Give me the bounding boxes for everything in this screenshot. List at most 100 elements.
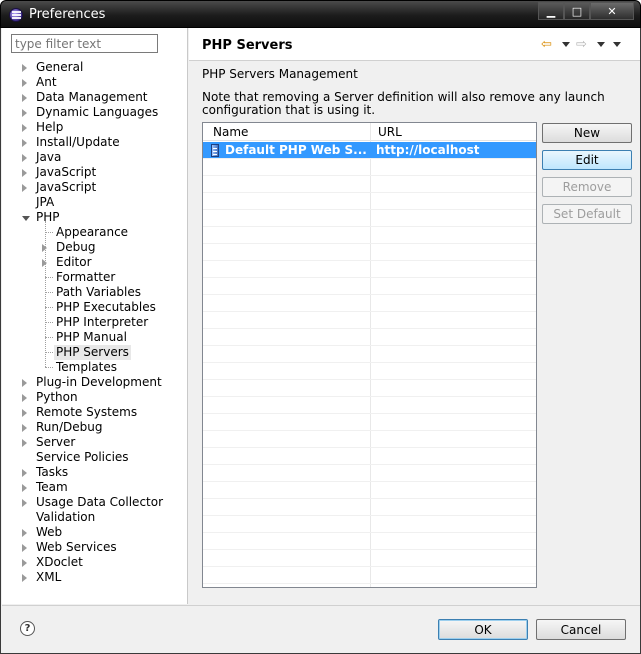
cancel-button[interactable]: Cancel: [536, 619, 626, 640]
set-default-button[interactable]: Set Default: [542, 204, 632, 224]
forward-arrow-icon[interactable]: ⇨: [576, 38, 587, 52]
tree-item[interactable]: Dynamic Languages: [2, 105, 188, 120]
tree-item[interactable]: Plug-in Development: [2, 375, 188, 390]
tree-item[interactable]: PHP Servers: [2, 345, 188, 360]
forward-history-dropdown[interactable]: [597, 38, 605, 47]
table-row[interactable]: [203, 346, 536, 363]
view-menu-button[interactable]: [613, 38, 621, 47]
table-row[interactable]: [203, 329, 536, 346]
collapsed-triangle-icon[interactable]: [22, 439, 27, 447]
table-row[interactable]: Default PHP Web S... http://localhost: [203, 142, 536, 159]
collapsed-triangle-icon[interactable]: [22, 124, 27, 132]
table-row[interactable]: [203, 516, 536, 533]
expanded-triangle-icon[interactable]: [22, 216, 30, 221]
tree-item[interactable]: Help: [2, 120, 188, 135]
collapsed-triangle-icon[interactable]: [22, 394, 27, 402]
filter-input[interactable]: [11, 34, 158, 53]
table-row[interactable]: [203, 533, 536, 550]
table-row[interactable]: [203, 448, 536, 465]
collapsed-triangle-icon[interactable]: [22, 139, 27, 147]
tree-item[interactable]: Ant: [2, 75, 188, 90]
tree-item[interactable]: Web Services: [2, 540, 188, 555]
table-row[interactable]: [203, 431, 536, 448]
table-row[interactable]: [203, 227, 536, 244]
remove-button[interactable]: Remove: [542, 177, 632, 197]
tree-item[interactable]: Run/Debug: [2, 420, 188, 435]
new-button[interactable]: New: [542, 123, 632, 143]
tree-item[interactable]: Templates: [2, 360, 188, 375]
tree-item[interactable]: Usage Data Collector: [2, 495, 188, 510]
edit-button[interactable]: Edit: [542, 150, 632, 170]
table-row[interactable]: [203, 312, 536, 329]
tree-item[interactable]: Path Variables: [2, 285, 188, 300]
tree-item[interactable]: Web: [2, 525, 188, 540]
collapsed-triangle-icon[interactable]: [22, 184, 27, 192]
collapsed-triangle-icon[interactable]: [22, 529, 27, 537]
table-row[interactable]: [203, 567, 536, 584]
collapsed-triangle-icon[interactable]: [22, 424, 27, 432]
back-arrow-icon[interactable]: ⇦: [541, 38, 552, 52]
tree-item[interactable]: Service Policies: [2, 450, 188, 465]
collapsed-triangle-icon[interactable]: [22, 64, 27, 72]
collapsed-triangle-icon[interactable]: [22, 79, 27, 87]
tree-item[interactable]: Team: [2, 480, 188, 495]
collapsed-triangle-icon[interactable]: [22, 484, 27, 492]
tree-item[interactable]: Data Management: [2, 90, 188, 105]
collapsed-triangle-icon[interactable]: [22, 409, 27, 417]
tree-item[interactable]: JavaScript: [2, 180, 188, 195]
tree-item[interactable]: Formatter: [2, 270, 188, 285]
collapsed-triangle-icon[interactable]: [22, 559, 27, 567]
tree-item[interactable]: General: [2, 60, 188, 75]
tree-item[interactable]: Appearance: [2, 225, 188, 240]
tree-item[interactable]: PHP: [2, 210, 188, 225]
tree-item[interactable]: JPA: [2, 195, 188, 210]
tree-item[interactable]: PHP Interpreter: [2, 315, 188, 330]
tree-item[interactable]: Validation: [2, 510, 188, 525]
table-row[interactable]: [203, 465, 536, 482]
table-row[interactable]: [203, 499, 536, 516]
tree-item[interactable]: XDoclet: [2, 555, 188, 570]
table-row[interactable]: [203, 550, 536, 567]
column-header-name[interactable]: Name: [213, 125, 248, 139]
tree-item[interactable]: Python: [2, 390, 188, 405]
table-row[interactable]: [203, 193, 536, 210]
tree-item[interactable]: JavaScript: [2, 165, 188, 180]
maximize-button[interactable]: □: [564, 2, 590, 20]
tree-item[interactable]: XML: [2, 570, 188, 585]
collapsed-triangle-icon[interactable]: [22, 469, 27, 477]
minimize-button[interactable]: ▁: [538, 2, 564, 20]
table-row[interactable]: [203, 261, 536, 278]
collapsed-triangle-icon[interactable]: [22, 154, 27, 162]
tree-item[interactable]: PHP Manual: [2, 330, 188, 345]
table-row[interactable]: [203, 397, 536, 414]
close-button[interactable]: ✕: [590, 2, 634, 20]
table-row[interactable]: [203, 380, 536, 397]
collapsed-triangle-icon[interactable]: [22, 109, 27, 117]
table-row[interactable]: [203, 295, 536, 312]
ok-button[interactable]: OK: [438, 619, 528, 640]
tree-item[interactable]: Install/Update: [2, 135, 188, 150]
back-history-dropdown[interactable]: [562, 38, 570, 47]
table-row[interactable]: [203, 210, 536, 227]
collapsed-triangle-icon[interactable]: [22, 574, 27, 582]
tree-item[interactable]: Server: [2, 435, 188, 450]
help-icon[interactable]: ?: [20, 621, 35, 636]
collapsed-triangle-icon[interactable]: [22, 379, 27, 387]
column-header-url[interactable]: URL: [378, 125, 402, 139]
servers-table[interactable]: Name URL Default PHP Web S... http://loca…: [202, 122, 537, 588]
collapsed-triangle-icon[interactable]: [22, 544, 27, 552]
tree-item[interactable]: Debug: [2, 240, 188, 255]
table-row[interactable]: [203, 278, 536, 295]
tree-item[interactable]: Java: [2, 150, 188, 165]
table-row[interactable]: [203, 176, 536, 193]
table-row[interactable]: [203, 244, 536, 261]
tree-item[interactable]: Editor: [2, 255, 188, 270]
tree-item[interactable]: PHP Executables: [2, 300, 188, 315]
table-row[interactable]: [203, 159, 536, 176]
table-row[interactable]: [203, 482, 536, 499]
collapsed-triangle-icon[interactable]: [22, 499, 27, 507]
collapsed-triangle-icon[interactable]: [22, 169, 27, 177]
title-bar[interactable]: Preferences ▁ □ ✕: [0, 0, 641, 28]
collapsed-triangle-icon[interactable]: [22, 94, 27, 102]
table-row[interactable]: [203, 414, 536, 431]
